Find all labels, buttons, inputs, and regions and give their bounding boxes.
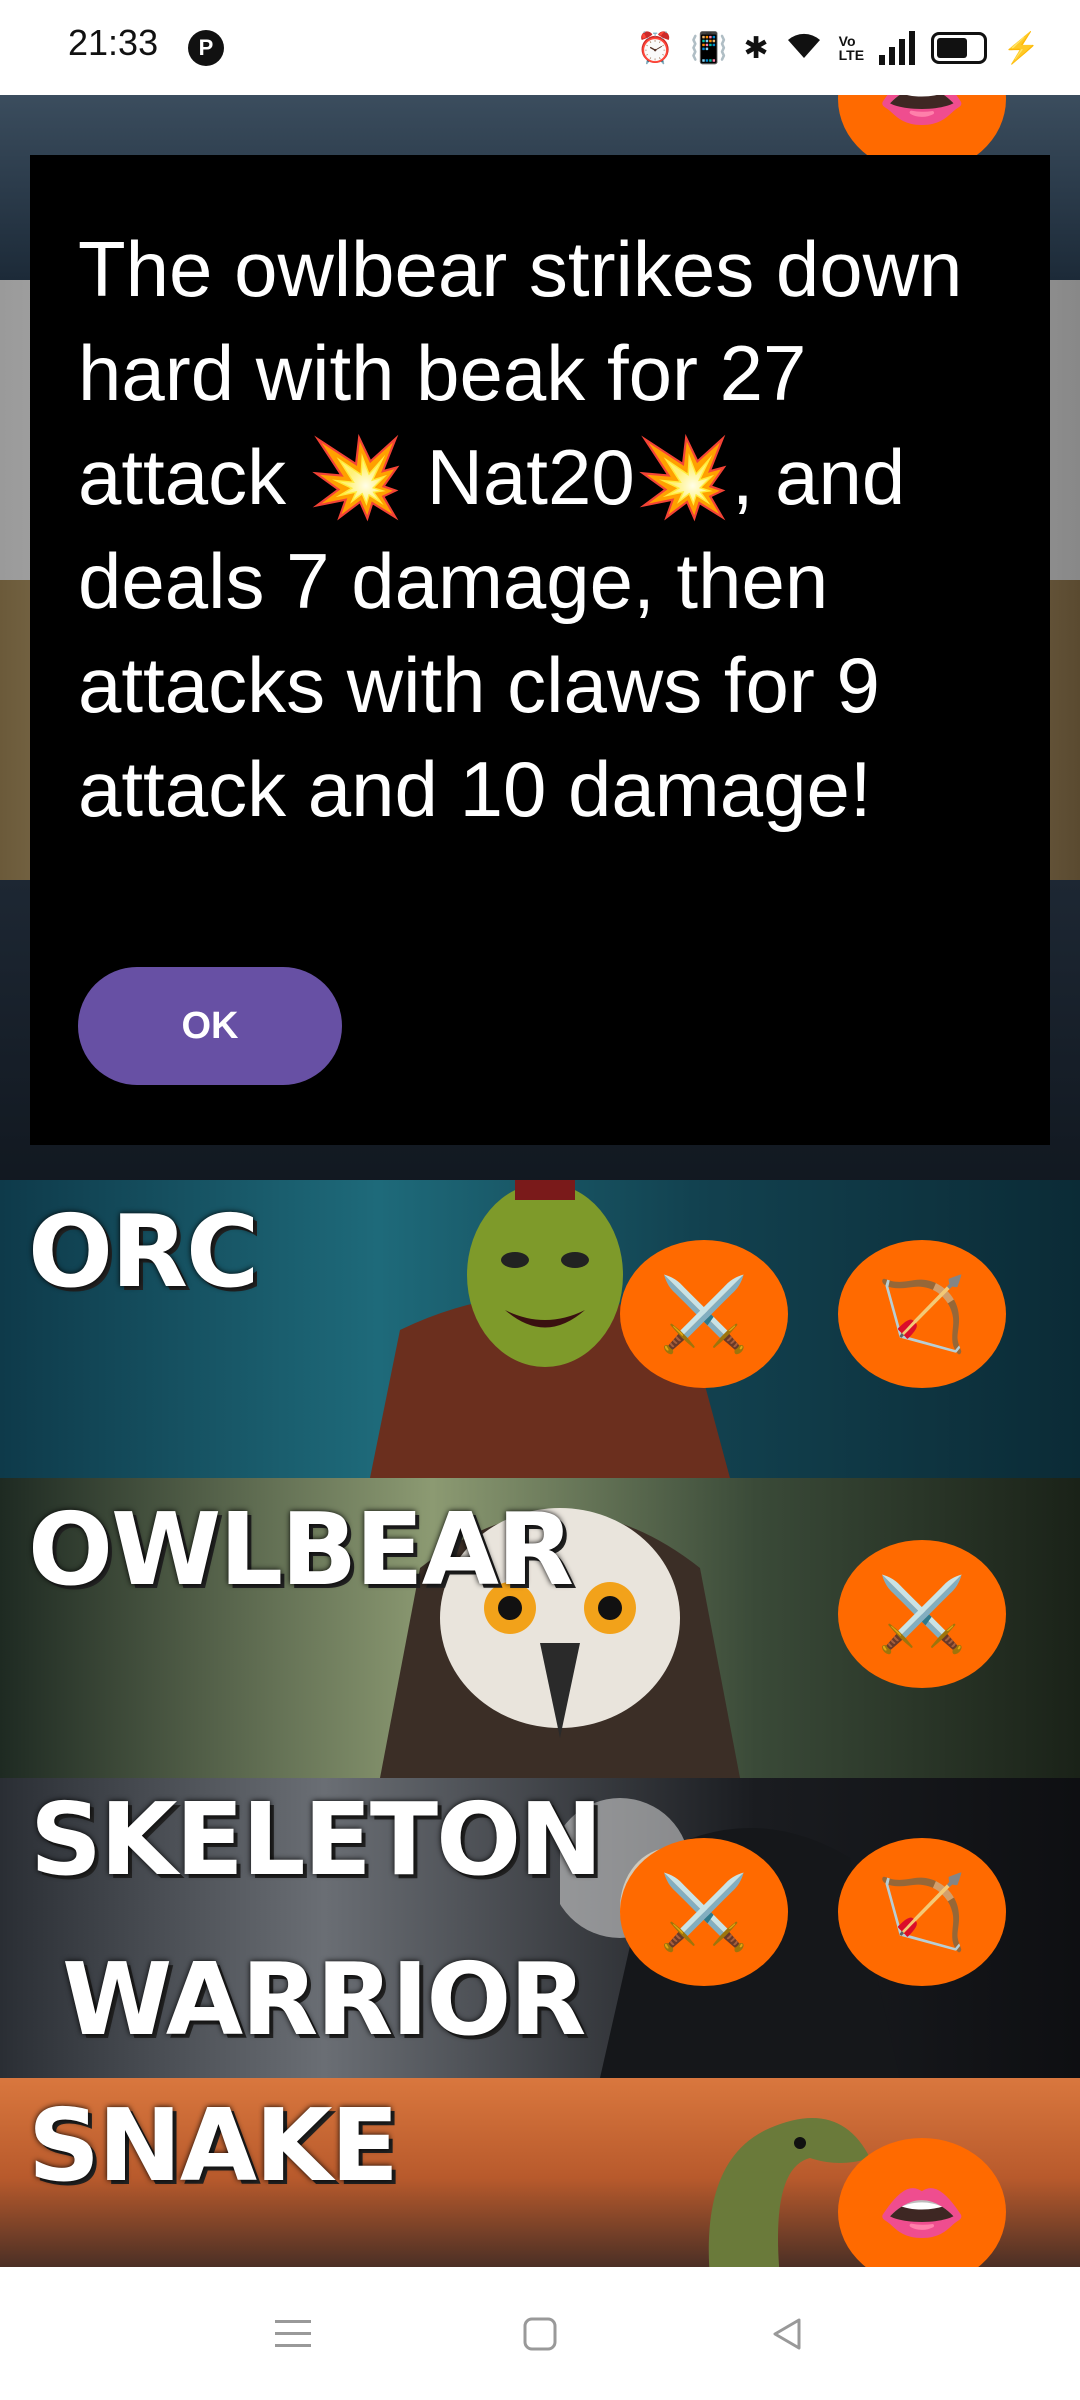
- creature-banner-owlbear[interactable]: OWLBEAR ⚔️: [0, 1478, 1080, 1781]
- status-time: 21:33: [68, 22, 159, 63]
- bow-and-arrow-icon: 🏹: [877, 1274, 967, 1355]
- combat-result-dialog: The owlbear strikes down hard with beak …: [30, 155, 1050, 1145]
- wifi-icon: [785, 28, 823, 68]
- menu-icon: [275, 2319, 312, 2347]
- mouth-icon: 👄: [877, 2172, 967, 2253]
- charging-icon: ⚡: [1002, 31, 1040, 65]
- status-icons: ⏰ 📳 ✱ Vo LTE ⚡: [637, 24, 1040, 72]
- status-bar: 21:33 P ⏰ 📳 ✱ Vo LTE ⚡: [0, 0, 1080, 95]
- snake-bite-button[interactable]: 👄: [838, 2138, 1006, 2267]
- ok-button[interactable]: OK: [78, 967, 342, 1085]
- creature-banner-snake[interactable]: SNAKE 👄: [0, 2078, 1080, 2267]
- creature-name-skeleton-line2: WARRIOR: [62, 1941, 586, 2058]
- skeleton-melee-button[interactable]: ⚔️: [620, 1838, 788, 1986]
- bluetooth-icon: ✱: [743, 31, 769, 65]
- menu-nav-button[interactable]: [253, 2294, 333, 2374]
- system-navigation-bar: [0, 2267, 1080, 2400]
- home-nav-button[interactable]: [500, 2294, 580, 2374]
- orc-ranged-button[interactable]: 🏹: [838, 1240, 1006, 1388]
- creature-name-snake: SNAKE: [28, 2087, 399, 2204]
- creature-name-skeleton-line1: SKELETON: [30, 1781, 603, 1898]
- creature-name-orc: ORC: [28, 1193, 259, 1310]
- signal-icon: [878, 31, 915, 65]
- creature-banner-skeleton-warrior[interactable]: SKELETON WARRIOR ⚔️ 🏹: [0, 1778, 1080, 2081]
- home-icon: [523, 2317, 557, 2350]
- bow-and-arrow-icon: 🏹: [877, 1872, 967, 1953]
- crossed-swords-icon: ⚔️: [877, 1574, 967, 1655]
- dialog-message: The owlbear strikes down hard with beak …: [78, 225, 963, 833]
- crossed-swords-icon: ⚔️: [659, 1274, 749, 1355]
- creature-name-owlbear: OWLBEAR: [28, 1491, 574, 1608]
- alarm-icon: ⏰: [636, 31, 675, 65]
- orc-melee-button[interactable]: ⚔️: [620, 1240, 788, 1388]
- app-notification-icon: P: [188, 30, 224, 66]
- volte-icon: Vo LTE: [838, 33, 865, 63]
- back-nav-button[interactable]: [747, 2294, 827, 2374]
- creature-banner-orc[interactable]: ORC ⚔️ 🏹: [0, 1180, 1080, 1481]
- owlbear-melee-button[interactable]: ⚔️: [838, 1540, 1006, 1688]
- skeleton-ranged-button[interactable]: 🏹: [838, 1838, 1006, 1986]
- mouth-icon: 👄: [877, 95, 967, 140]
- battery-icon: [930, 32, 987, 64]
- back-icon: [773, 2318, 801, 2349]
- crossed-swords-icon: ⚔️: [659, 1872, 749, 1953]
- vibrate-icon: 📳: [690, 31, 728, 65]
